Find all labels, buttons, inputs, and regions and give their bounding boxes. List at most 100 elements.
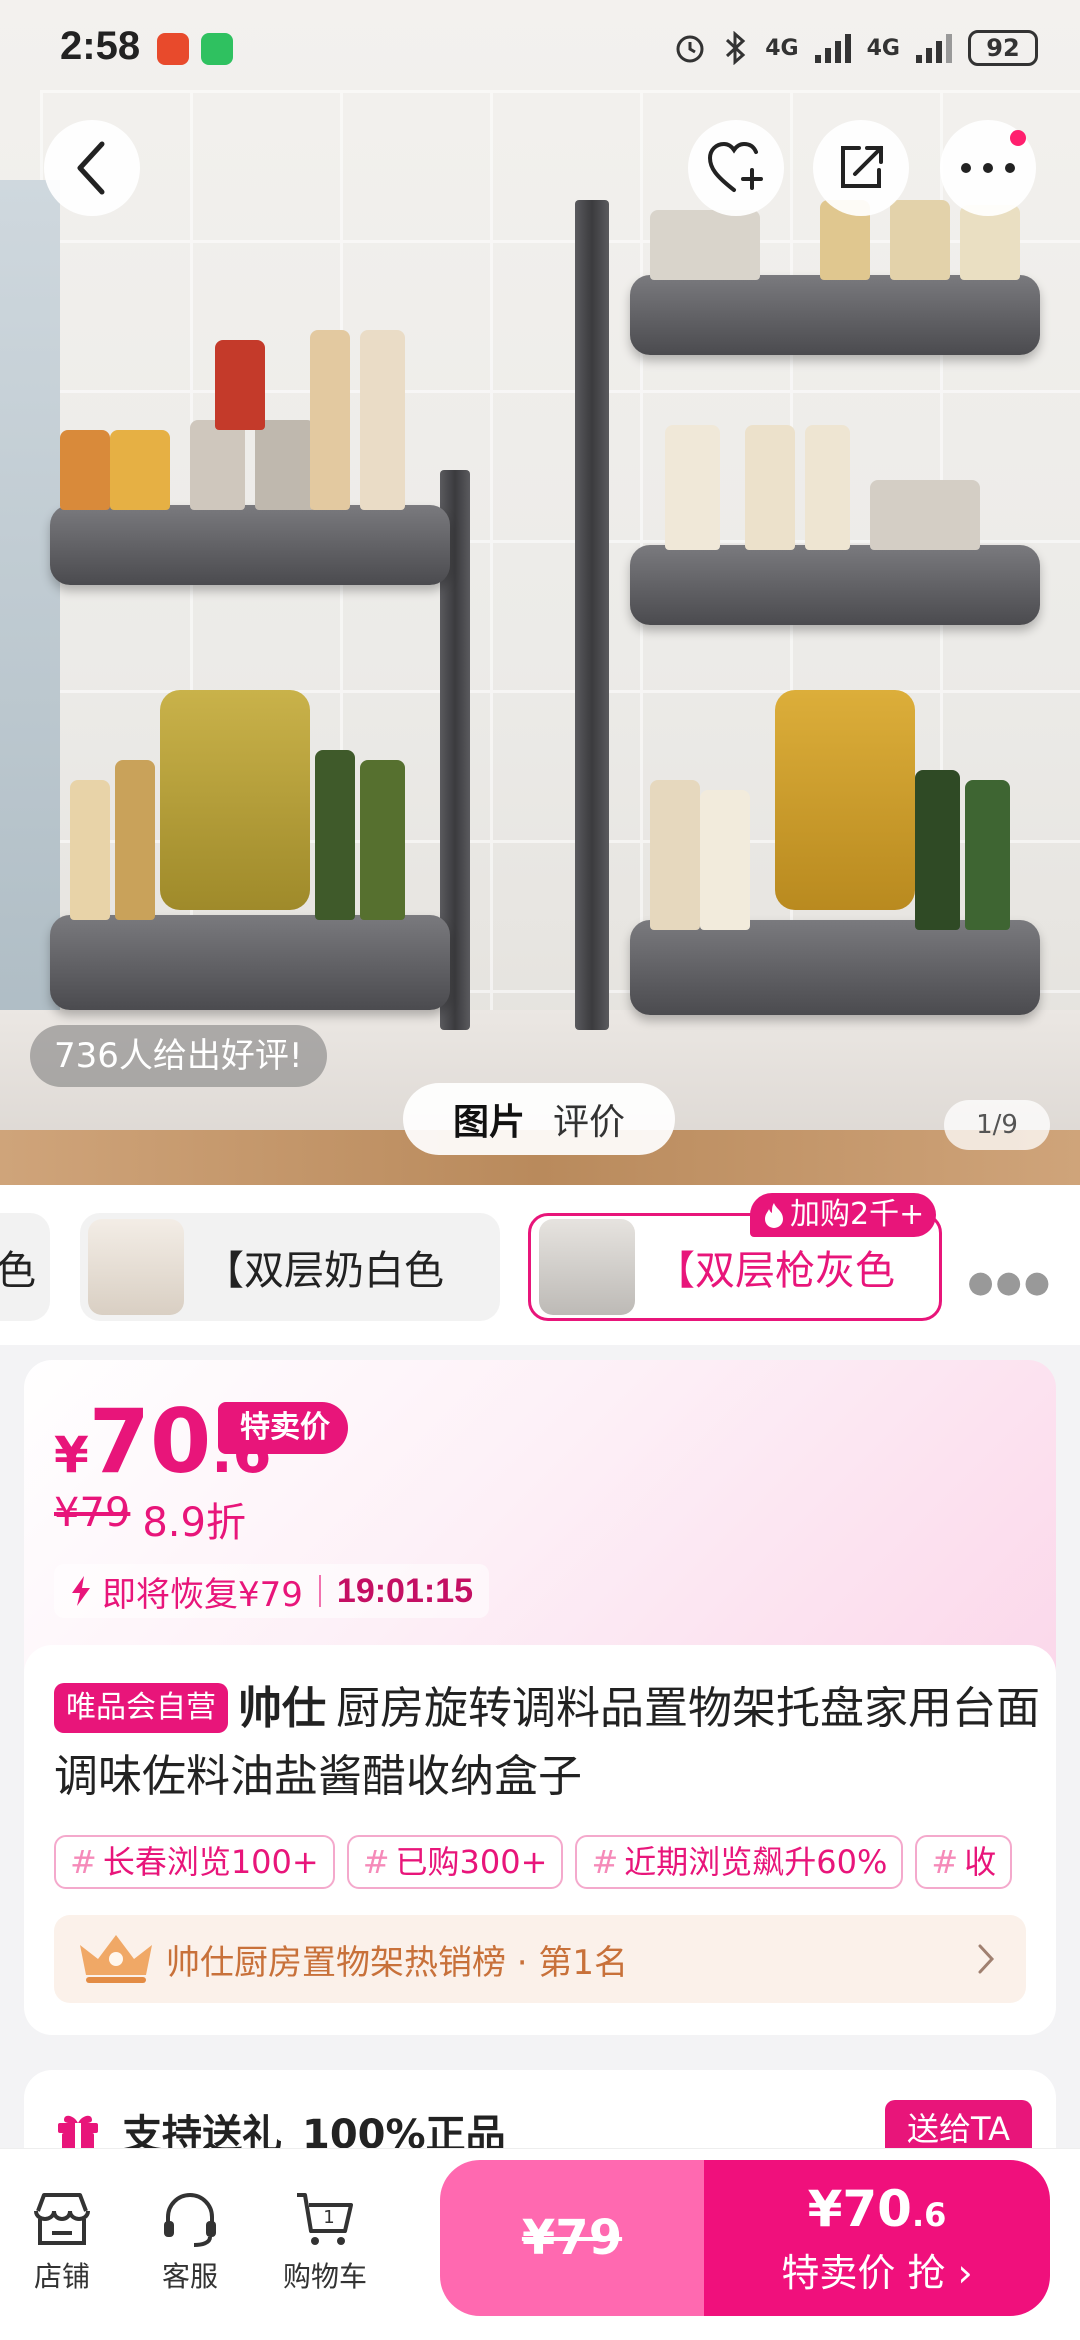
- buy-now-button[interactable]: ¥70.6 特卖价 抢 ›: [704, 2160, 1050, 2316]
- rack-tray: [630, 545, 1040, 625]
- hot-badge-label: 加购2千+: [790, 1197, 925, 1232]
- heart-plus-icon: [707, 141, 763, 192]
- buy-label-text: 特卖价 抢: [781, 2251, 946, 2295]
- network-label: 4G: [765, 35, 799, 61]
- more-dots-icon: [961, 163, 1015, 173]
- share-button[interactable]: [813, 120, 909, 216]
- store-button[interactable]: 店铺: [2, 2189, 122, 2295]
- product-title: 唯品会自营 帅仕 厨房旋转调料品置物架托盘家用台面调味佐料油盐酱醋收纳盒子: [54, 1675, 1044, 1811]
- more-variants-icon[interactable]: ●●●: [967, 1265, 1052, 1300]
- brand-name: 帅仕: [238, 1683, 326, 1734]
- tag[interactable]: # 长春浏览100+: [54, 1835, 335, 1889]
- variant-label: 色: [0, 1248, 36, 1294]
- battery-icon: 92: [968, 30, 1038, 66]
- spice-jar: [190, 420, 245, 510]
- original-price-button[interactable]: ¥79: [440, 2160, 704, 2316]
- service-label: 客服: [161, 2260, 218, 2293]
- back-button[interactable]: [44, 120, 140, 216]
- variant-label: 【双层奶白色: [204, 1248, 444, 1294]
- variant-label: 【双层枪灰色: [655, 1248, 895, 1294]
- spice-jar: [110, 430, 170, 510]
- variant-option[interactable]: 【双层奶白色: [80, 1213, 500, 1321]
- tag-label: 已购300+: [395, 1843, 548, 1881]
- bottle: [745, 425, 795, 550]
- cart-label: 购物车: [282, 2260, 367, 2293]
- store-label: 店铺: [33, 2260, 90, 2293]
- tag[interactable]: # 已购300+: [346, 1835, 564, 1889]
- buy-label: 特卖价 抢 ›: [781, 2251, 973, 2295]
- bottle: [915, 770, 960, 930]
- hot-badge: 加购2千+: [750, 1193, 937, 1237]
- spice-jar: [255, 420, 315, 510]
- oil-bottle: [775, 690, 915, 910]
- original-price-row: ¥79 8.9折: [54, 1490, 246, 1548]
- rack-tray: [630, 920, 1040, 1015]
- tag[interactable]: # 近期浏览飙升60%: [575, 1835, 904, 1889]
- product-image[interactable]: 736人给出好评! 图片 评价 1/9: [0, 0, 1080, 1185]
- spice-jar: [870, 480, 980, 550]
- bottle: [700, 790, 750, 930]
- ranking-text: 帅仕厨房置物架热销榜 · 第1名: [166, 1942, 629, 1983]
- crown-icon: [80, 1935, 152, 1983]
- discount-label: 8.9折: [142, 1500, 246, 1546]
- bottle: [360, 760, 405, 920]
- bottle: [215, 340, 265, 430]
- tab-reviews[interactable]: 评价: [553, 1093, 625, 1145]
- original-price: ¥79: [54, 1490, 131, 1536]
- product-page: 736人给出好评! 图片 评价 1/9 2:58 4G 4G 92 色 【双层奶…: [0, 0, 1080, 2340]
- cart-icon: 1: [297, 2193, 353, 2245]
- tag-label: 收: [964, 1843, 997, 1881]
- lightning-icon: [72, 1576, 90, 1606]
- sale-price-tag: 特卖价: [218, 1402, 348, 1454]
- buy-price-decimal: .6: [911, 2196, 947, 2234]
- image-page-indicator: 1/9: [944, 1100, 1050, 1150]
- ranking-banner[interactable]: 帅仕厨房置物架热销榜 · 第1名: [54, 1915, 1026, 2003]
- network-label: 4G: [866, 35, 900, 61]
- tab-images[interactable]: 图片: [453, 1093, 525, 1145]
- app-notification-icon: [157, 33, 189, 65]
- product-info-card: 唯品会自营 帅仕 厨房旋转调料品置物架托盘家用台面调味佐料油盐酱醋收纳盒子 # 长春浏…: [24, 1645, 1056, 2035]
- media-tabs: 图片 评价: [403, 1083, 675, 1155]
- bottle: [890, 200, 950, 280]
- store-icon: [34, 2193, 90, 2245]
- share-icon: [841, 146, 883, 188]
- bottle: [315, 750, 355, 920]
- rack-pole: [575, 200, 609, 1030]
- bottle: [310, 330, 350, 510]
- more-button[interactable]: [940, 120, 1036, 216]
- clock: 2:58: [60, 24, 141, 68]
- review-count-pill: 736人给出好评!: [30, 1025, 327, 1087]
- headset-icon: [164, 2193, 216, 2247]
- status-bar: 2:58 4G 4G 92: [0, 0, 1080, 100]
- variant-option[interactable]: 色: [0, 1213, 50, 1321]
- notification-dot: [1010, 130, 1026, 146]
- flame-icon: [765, 1203, 783, 1228]
- divider: [318, 1575, 321, 1607]
- tag-label: 近期浏览飙升60%: [624, 1843, 888, 1881]
- buy-price-integer: ¥70: [807, 2180, 912, 2238]
- bottle: [805, 425, 850, 550]
- rack-tray: [50, 505, 450, 585]
- bottle: [960, 205, 1020, 280]
- self-operated-badge: 唯品会自营: [54, 1683, 228, 1733]
- variant-thumbnail: [88, 1219, 184, 1315]
- alarm-icon: [676, 35, 704, 63]
- cart-count: 1: [323, 2207, 334, 2228]
- bottle: [70, 780, 110, 920]
- bottle: [360, 330, 405, 510]
- back-arrow-icon: [77, 141, 105, 195]
- restore-price-text: 即将恢复¥79: [102, 1574, 303, 1615]
- rack-tray: [50, 915, 450, 1010]
- bottle: [115, 760, 155, 920]
- tag-label: 长春浏览100+: [102, 1843, 319, 1881]
- favorite-button[interactable]: [688, 120, 784, 216]
- bottle: [965, 780, 1010, 930]
- tag-list: # 长春浏览100+ # 已购300+ # 近期浏览飙升60% # 收: [54, 1835, 1044, 1891]
- status-icons: 4G 4G 92: [673, 30, 1038, 66]
- tag[interactable]: # 收: [915, 1835, 1013, 1889]
- cart-button[interactable]: 1 购物车: [265, 2189, 385, 2295]
- countdown-timer: 19:01:15: [336, 1571, 474, 1610]
- customer-service-button[interactable]: 客服: [130, 2189, 250, 2295]
- oil-bottle: [160, 690, 310, 910]
- signal-icon: [814, 34, 851, 63]
